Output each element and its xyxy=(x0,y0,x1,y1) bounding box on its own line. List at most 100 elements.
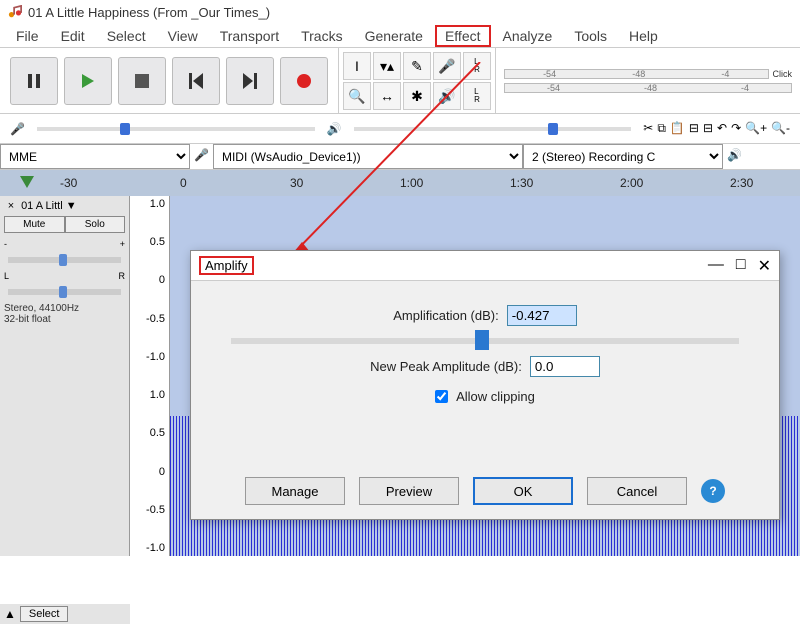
track-close-button[interactable]: × xyxy=(4,200,18,212)
timeshift-tool-icon[interactable]: ↔ xyxy=(373,82,401,110)
rec-meter[interactable]: -54 -48 -4 xyxy=(504,69,769,79)
ok-button[interactable]: OK xyxy=(473,477,573,505)
track-collapse-strip: ▲ Select xyxy=(0,604,130,624)
collapse-icon[interactable]: ▲ xyxy=(4,607,16,621)
menu-tools[interactable]: Tools xyxy=(564,25,617,47)
mic-icon: 🎤 xyxy=(190,144,213,169)
menu-effect[interactable]: Effect xyxy=(435,25,491,47)
amplitude-scale: 1.00.5 0-0.5 -1.01.0 0.50 -0.5-1.0 xyxy=(130,196,170,556)
menu-transport[interactable]: Transport xyxy=(210,25,289,47)
select-track-button[interactable]: Select xyxy=(20,606,69,622)
tick: 30 xyxy=(290,176,303,190)
amplification-input[interactable] xyxy=(507,305,577,326)
play-meter[interactable]: -54 -48 -4 xyxy=(504,83,792,93)
preview-button[interactable]: Preview xyxy=(359,477,459,505)
window-titlebar: 01 A Little Happiness (From _Our Times_) xyxy=(0,0,800,24)
tick: 1:30 xyxy=(510,176,533,190)
track-menu-icon[interactable]: ▼ xyxy=(66,200,77,212)
paste-button[interactable]: 📋 xyxy=(670,121,685,136)
menu-generate[interactable]: Generate xyxy=(355,25,433,47)
rec-channels-select[interactable]: 2 (Stereo) Recording C xyxy=(523,144,723,169)
meter-tick: -4 xyxy=(721,69,729,79)
allow-clipping-label: Allow clipping xyxy=(456,389,535,404)
mute-button[interactable]: Mute xyxy=(4,216,65,233)
cut-button[interactable]: ✂ xyxy=(643,121,653,136)
speaker-level-icon[interactable]: 🔊 xyxy=(433,82,461,110)
draw-tool-icon[interactable]: ✎ xyxy=(403,52,431,80)
amplify-dialog: Amplify — □ ✕ Amplification (dB): New Pe… xyxy=(190,250,780,520)
minimize-button[interactable]: — xyxy=(708,256,724,276)
solo-button[interactable]: Solo xyxy=(65,216,126,233)
menu-view[interactable]: View xyxy=(158,25,208,47)
trim-button[interactable]: ⊟ xyxy=(689,121,699,136)
meters: -54 -48 -4 Click -54 -48 -4 xyxy=(496,48,800,113)
maximize-button[interactable]: □ xyxy=(736,256,746,276)
menu-analyze[interactable]: Analyze xyxy=(493,25,563,47)
tick: 2:30 xyxy=(730,176,753,190)
play-button[interactable] xyxy=(64,57,112,105)
zoom-tool-icon[interactable]: 🔍 xyxy=(343,82,371,110)
cancel-button[interactable]: Cancel xyxy=(587,477,687,505)
meter-tick: -54 xyxy=(547,83,560,93)
rec-volume-slider[interactable] xyxy=(37,127,315,131)
pan-l: L xyxy=(4,271,9,281)
amplification-label: Amplification (dB): xyxy=(393,308,498,323)
menu-tracks[interactable]: Tracks xyxy=(291,25,352,47)
gain-slider[interactable] xyxy=(8,257,121,263)
transport-controls xyxy=(0,48,338,113)
skip-start-button[interactable] xyxy=(172,57,220,105)
dialog-title: Amplify xyxy=(199,256,254,275)
tools-grid: I ▾▴ ✎ 🎤 LR 🔍 ↔ ✱ 🔊 LR xyxy=(338,48,496,113)
menu-help[interactable]: Help xyxy=(619,25,668,47)
selection-tool-icon[interactable]: I xyxy=(343,52,371,80)
zoom-out-button[interactable]: 🔍- xyxy=(771,121,790,136)
tick: -30 xyxy=(60,176,77,190)
play-volume-slider[interactable] xyxy=(354,127,632,131)
copy-button[interactable]: ⧉ xyxy=(657,121,666,136)
envelope-tool-icon[interactable]: ▾▴ xyxy=(373,52,401,80)
record-button[interactable] xyxy=(280,57,328,105)
meter-tick: -48 xyxy=(644,83,657,93)
menu-file[interactable]: File xyxy=(6,25,49,47)
amplification-slider[interactable] xyxy=(231,338,739,344)
redo-button[interactable]: ↷ xyxy=(731,121,741,136)
track-name[interactable]: 01 A Littl xyxy=(21,200,63,212)
speaker-icon: 🔊 xyxy=(327,122,342,136)
manage-button[interactable]: Manage xyxy=(245,477,345,505)
menu-edit[interactable]: Edit xyxy=(51,25,95,47)
window-title: 01 A Little Happiness (From _Our Times_) xyxy=(28,5,270,20)
tick: 0 xyxy=(180,176,187,190)
silence-button[interactable]: ⊟ xyxy=(703,121,713,136)
rec-device-select[interactable]: MIDI (WsAudio_Device1)) xyxy=(213,144,523,169)
dialog-titlebar[interactable]: Amplify — □ ✕ xyxy=(191,251,779,281)
toolbar: I ▾▴ ✎ 🎤 LR 🔍 ↔ ✱ 🔊 LR -54 -48 -4 Click … xyxy=(0,48,800,114)
zoom-in-button[interactable]: 🔍+ xyxy=(745,121,767,136)
skip-end-button[interactable] xyxy=(226,57,274,105)
close-button[interactable]: ✕ xyxy=(758,256,771,276)
mic-level-icon[interactable]: 🎤 xyxy=(433,52,461,80)
undo-button[interactable]: ↶ xyxy=(717,121,727,136)
help-button[interactable]: ? xyxy=(701,479,725,503)
stop-button[interactable] xyxy=(118,57,166,105)
meter-tick: -54 xyxy=(543,69,556,79)
pan-r: R xyxy=(119,271,126,281)
meter-click-hint: Click xyxy=(773,69,793,79)
track-format: Stereo, 44100Hz32-bit float xyxy=(4,303,125,325)
track-control-panel: × 01 A Littl ▼ Mute Solo -+ LR Stereo, 4… xyxy=(0,196,130,556)
new-peak-label: New Peak Amplitude (dB): xyxy=(370,359,522,374)
device-toolbar: MME 🎤 MIDI (WsAudio_Device1)) 2 (Stereo)… xyxy=(0,144,800,170)
pause-button[interactable] xyxy=(10,57,58,105)
new-peak-input[interactable] xyxy=(530,356,600,377)
pan-slider[interactable] xyxy=(8,289,121,295)
mixer-row: 🎤 🔊 ✂ ⧉ 📋 ⊟ ⊟ ↶ ↷ 🔍+ 🔍- xyxy=(0,114,800,144)
timeline-ruler[interactable]: -30 0 30 1:00 1:30 2:00 2:30 xyxy=(0,170,800,196)
menu-select[interactable]: Select xyxy=(97,25,156,47)
allow-clipping-checkbox[interactable] xyxy=(435,390,448,403)
tick: 2:00 xyxy=(620,176,643,190)
playhead-icon[interactable] xyxy=(20,176,34,188)
lr-label2-icon: LR xyxy=(463,82,491,110)
multi-tool-icon[interactable]: ✱ xyxy=(403,82,431,110)
tick: 1:00 xyxy=(400,176,423,190)
audio-host-select[interactable]: MME xyxy=(0,144,190,169)
app-logo-icon xyxy=(8,5,22,19)
